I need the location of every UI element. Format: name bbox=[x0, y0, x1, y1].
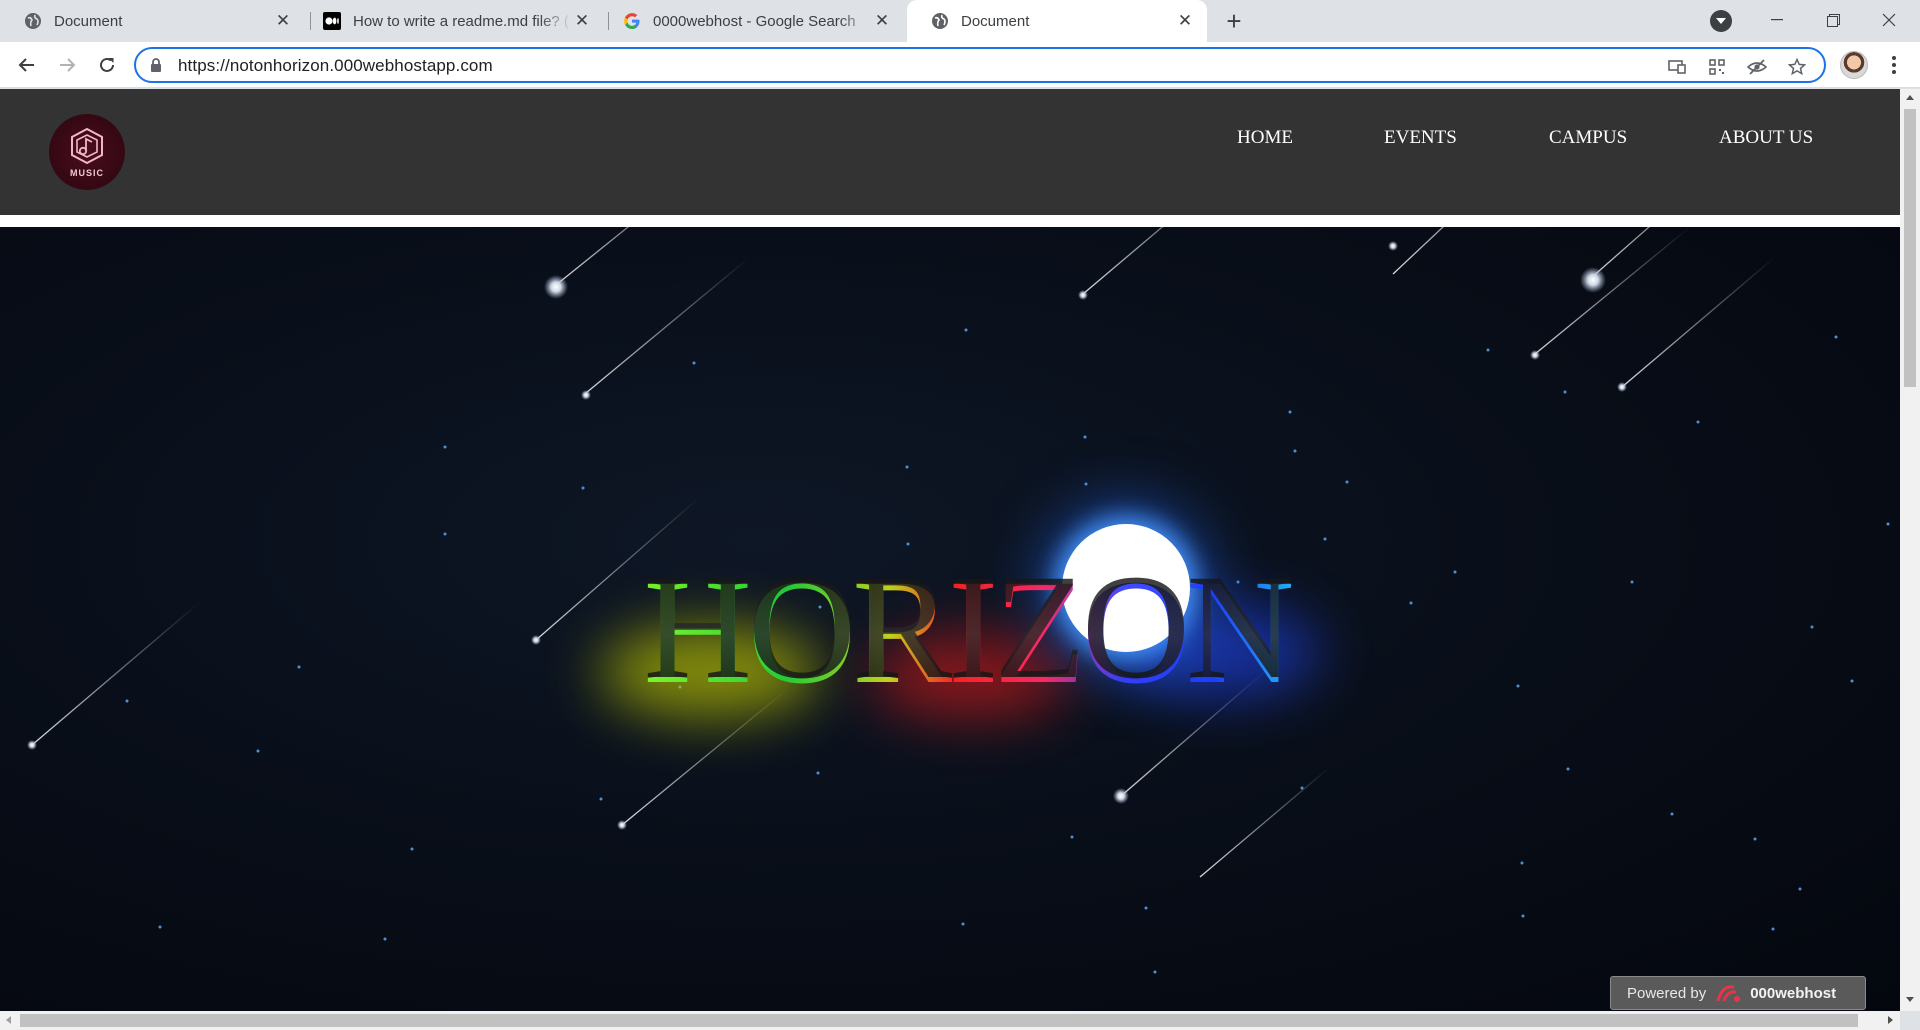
minimize-button[interactable] bbox=[1754, 0, 1800, 40]
tab-search-icon[interactable] bbox=[1710, 10, 1732, 32]
address-bar[interactable]: https://notonhorizon.000webhostapp.com bbox=[134, 47, 1826, 83]
menu-icon[interactable] bbox=[1884, 52, 1904, 78]
scroll-right-icon[interactable] bbox=[1888, 1016, 1893, 1024]
globe-icon bbox=[931, 12, 949, 30]
scroll-down-icon[interactable] bbox=[1906, 997, 1914, 1002]
nav-about-us[interactable]: ABOUT US bbox=[1719, 127, 1813, 149]
tab-title: Document bbox=[961, 12, 1030, 30]
music-logo[interactable]: MUSIC bbox=[49, 114, 125, 190]
close-icon[interactable]: ✕ bbox=[1175, 11, 1195, 31]
browser-tab-active[interactable]: Document ✕ bbox=[907, 0, 1207, 42]
profile-avatar[interactable] bbox=[1840, 51, 1868, 79]
close-icon[interactable]: ✕ bbox=[872, 11, 892, 31]
tab-title: 0000webhost - Google Search bbox=[653, 12, 856, 30]
powered-label: Powered by bbox=[1627, 984, 1707, 1002]
qr-code-icon[interactable] bbox=[1706, 56, 1728, 78]
scroll-left-icon[interactable] bbox=[6, 1016, 11, 1024]
page-viewport: MUSIC HOME EVENTS CAMPUS ABOUT US HORIZO… bbox=[0, 89, 1900, 1011]
globe-icon bbox=[24, 12, 42, 30]
site-header: MUSIC HOME EVENTS CAMPUS ABOUT US bbox=[0, 89, 1900, 215]
header-divider bbox=[0, 215, 1900, 227]
browser-tab[interactable]: 0000webhost - Google Search ✕ bbox=[599, 0, 904, 42]
scroll-up-icon[interactable] bbox=[1906, 95, 1914, 100]
powered-brand: 000webhost bbox=[1750, 984, 1837, 1002]
cast-icon[interactable] bbox=[1666, 56, 1688, 78]
tab-strip: Document ✕ How to write a readme.md file… bbox=[0, 0, 1920, 42]
restore-button[interactable] bbox=[1810, 0, 1856, 40]
hero-section: HORIZON HORIZON bbox=[0, 227, 1900, 1011]
hero-title: HORIZON HORIZON bbox=[644, 544, 1296, 707]
nav-events[interactable]: EVENTS bbox=[1384, 127, 1457, 149]
close-icon[interactable]: ✕ bbox=[273, 11, 293, 31]
back-button[interactable] bbox=[11, 49, 43, 81]
eye-off-icon[interactable] bbox=[1746, 56, 1768, 78]
browser-toolbar: https://notonhorizon.000webhostapp.com bbox=[0, 42, 1920, 88]
nav-campus[interactable]: CAMPUS bbox=[1549, 127, 1627, 149]
tab-title: Document bbox=[54, 12, 123, 30]
new-tab-button[interactable]: + bbox=[1222, 6, 1246, 36]
google-icon bbox=[623, 12, 641, 30]
star-icon[interactable] bbox=[1786, 56, 1808, 78]
close-window-button[interactable] bbox=[1866, 0, 1912, 40]
medium-icon bbox=[323, 12, 341, 30]
music-note-icon bbox=[71, 127, 103, 164]
vertical-scrollbar[interactable] bbox=[1900, 89, 1920, 1011]
horizontal-scroll-thumb[interactable] bbox=[20, 1014, 1858, 1027]
horizontal-scrollbar[interactable] bbox=[0, 1011, 1900, 1030]
vertical-scroll-thumb[interactable] bbox=[1904, 109, 1916, 387]
webhost-logo-icon bbox=[1716, 983, 1742, 1003]
logo-text: MUSIC bbox=[70, 167, 104, 178]
browser-tab[interactable]: Document ✕ bbox=[0, 0, 305, 42]
hero-title-face: HORIZON bbox=[644, 544, 1292, 707]
browser-tab[interactable]: How to write a readme.md file? ( ✕ bbox=[299, 0, 604, 42]
tab-title: How to write a readme.md file? ( bbox=[353, 12, 569, 30]
reload-button[interactable] bbox=[91, 49, 123, 81]
forward-button[interactable] bbox=[51, 49, 83, 81]
lock-icon[interactable] bbox=[150, 57, 162, 78]
powered-by-badge[interactable]: Powered by 000webhost bbox=[1610, 976, 1866, 1010]
url-text[interactable]: https://notonhorizon.000webhostapp.com bbox=[178, 56, 493, 76]
close-icon[interactable]: ✕ bbox=[572, 11, 592, 31]
nav-home[interactable]: HOME bbox=[1237, 127, 1293, 149]
